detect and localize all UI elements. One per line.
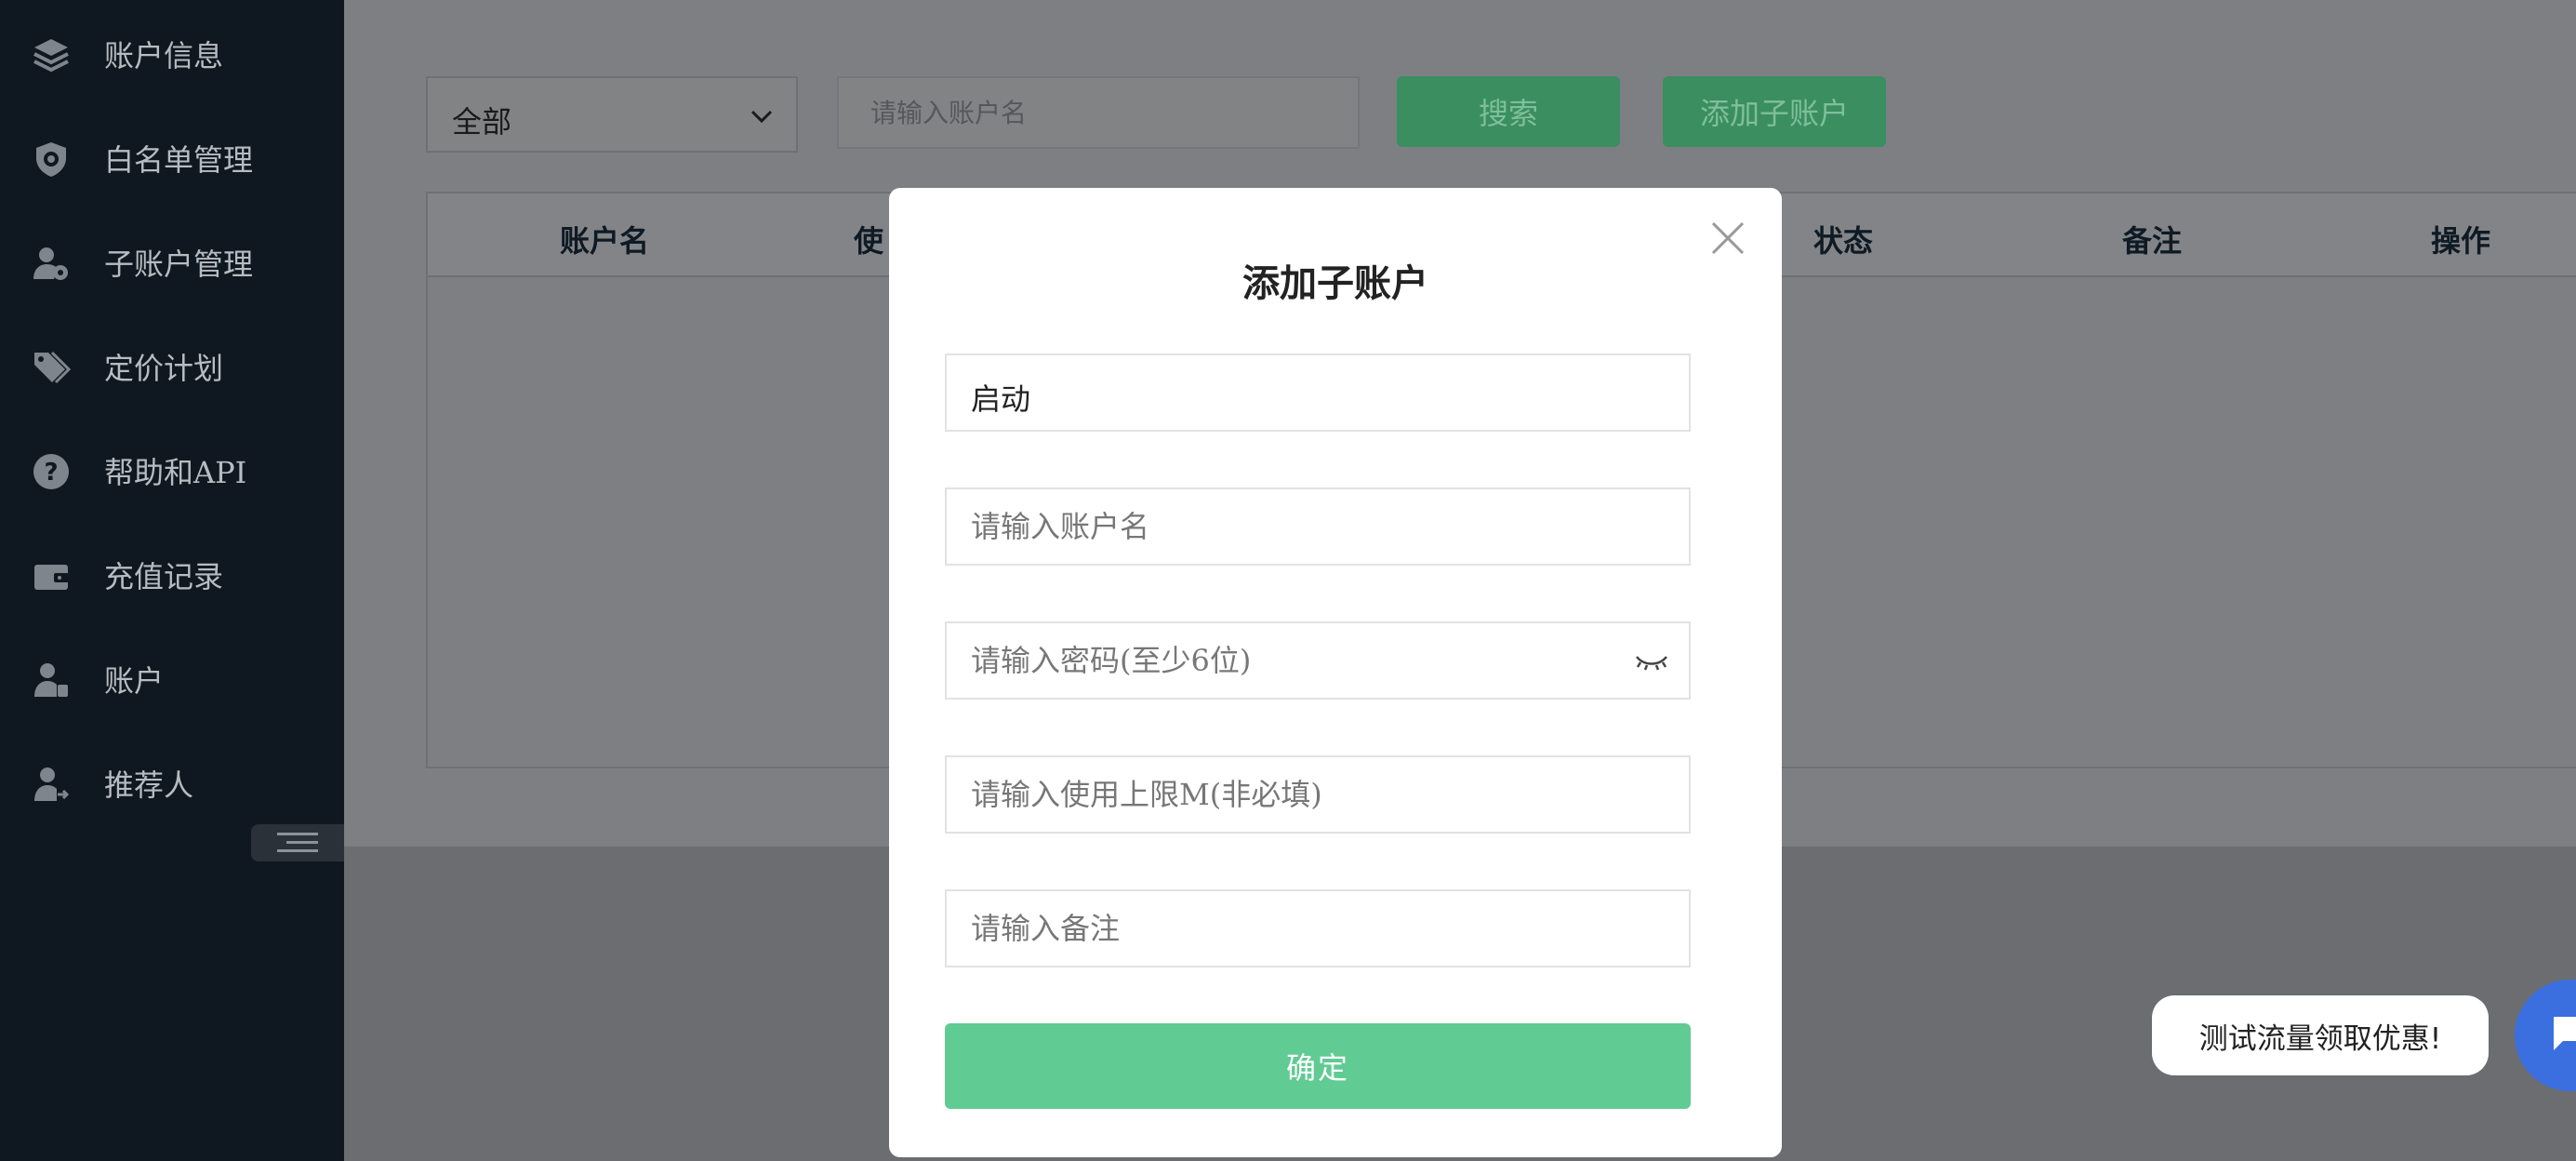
eye-closed-icon[interactable] <box>1633 647 1670 675</box>
sidebar: 账户信息 白名单管理 子账户管理 定价计划 ? 帮助和API 充值记录 账户 推… <box>0 0 344 1161</box>
column-header-usage: 使 <box>854 223 884 259</box>
status-select[interactable]: 启动 <box>945 354 1691 432</box>
dialog-title: 添加子账户 <box>1242 261 1428 305</box>
username-field[interactable] <box>945 487 1691 566</box>
sidebar-item-label: 推荐人 <box>104 767 194 803</box>
password-input[interactable] <box>947 623 1689 698</box>
status-filter-select[interactable]: 全部 <box>426 76 798 153</box>
menu-line <box>286 841 318 844</box>
sidebar-item-referrer[interactable]: 推荐人 <box>0 746 344 821</box>
password-field[interactable] <box>945 621 1691 700</box>
status-select-value: 启动 <box>971 381 1031 417</box>
column-header-note: 备注 <box>2122 223 2183 259</box>
sidebar-collapse-button[interactable] <box>251 824 344 861</box>
shield-icon <box>36 142 66 177</box>
sidebar-item-label: 账户信息 <box>104 38 224 73</box>
note-input[interactable] <box>947 891 1689 966</box>
sidebar-item-account-info[interactable]: 账户信息 <box>0 17 344 91</box>
svg-text:?: ? <box>44 459 58 487</box>
sidebar-item-label: 账户 <box>104 663 165 699</box>
menu-line <box>277 833 318 835</box>
wallet-icon <box>34 565 69 590</box>
note-field[interactable] <box>945 889 1691 968</box>
status-filter-value: 全部 <box>452 104 512 140</box>
sidebar-item-label: 定价计划 <box>104 351 224 386</box>
close-icon[interactable] <box>1707 218 1748 259</box>
account-search-input[interactable] <box>837 76 1360 149</box>
tags-icon <box>34 351 71 384</box>
sidebar-item-recharge[interactable]: 充值记录 <box>0 538 344 612</box>
usage-limit-field[interactable] <box>945 755 1691 834</box>
user-share-icon <box>34 767 70 801</box>
question-circle-icon: ? <box>33 454 69 489</box>
sidebar-item-label: 帮助和API <box>104 455 247 490</box>
sidebar-item-whitelist[interactable]: 白名单管理 <box>0 121 344 195</box>
confirm-button[interactable]: 确定 <box>945 1023 1691 1109</box>
username-input[interactable] <box>947 489 1689 564</box>
user-badge-icon <box>34 663 68 697</box>
sidebar-item-label: 子账户管理 <box>104 247 254 282</box>
sidebar-item-sub-accounts[interactable]: 子账户管理 <box>0 225 344 300</box>
search-button[interactable]: 搜索 <box>1397 76 1620 147</box>
chevron-down-icon <box>750 110 773 124</box>
sidebar-item-label: 充值记录 <box>104 559 224 594</box>
chat-icon <box>2554 1017 2576 1050</box>
user-gear-icon <box>33 247 68 280</box>
sidebar-item-help-api[interactable]: ? 帮助和API <box>0 434 344 508</box>
layers-icon <box>33 39 69 73</box>
sidebar-item-account[interactable]: 账户 <box>0 642 344 716</box>
usage-limit-input[interactable] <box>947 757 1689 832</box>
column-header-actions: 操作 <box>2431 223 2491 259</box>
menu-line <box>277 849 318 852</box>
sidebar-item-pricing[interactable]: 定价计划 <box>0 329 344 404</box>
sidebar-item-label: 白名单管理 <box>104 142 254 178</box>
chat-promo-bubble[interactable]: 测试流量领取优惠! <box>2152 995 2489 1075</box>
add-sub-account-dialog: 添加子账户 启动 确定 <box>889 188 1782 1157</box>
column-header-status: 状态 <box>1813 223 1874 259</box>
add-sub-account-button[interactable]: 添加子账户 <box>1663 76 1886 147</box>
column-header-account: 账户名 <box>560 223 650 259</box>
